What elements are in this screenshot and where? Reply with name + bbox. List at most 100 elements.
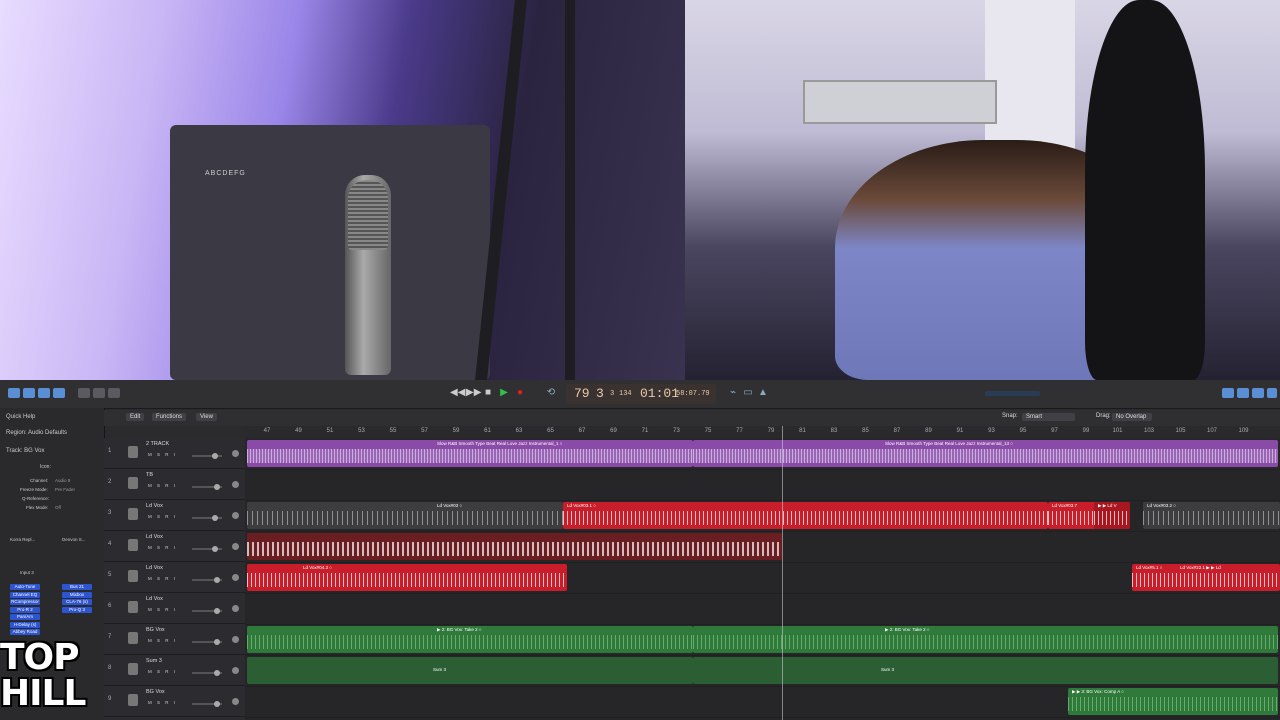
edit-menu[interactable]: Edit: [126, 413, 145, 421]
help-icon[interactable]: [38, 388, 50, 398]
inspector-icon[interactable]: [23, 388, 35, 398]
editors-icon[interactable]: [108, 388, 120, 398]
track-header-1[interactable]: 1 2 TRACK M S R I: [104, 438, 245, 469]
notes-icon[interactable]: [1237, 388, 1249, 398]
quick-help-label[interactable]: Quick Help: [6, 414, 35, 420]
plugin-slot[interactable]: CLA-76 (s): [62, 599, 92, 605]
region-ld-vox-red[interactable]: Ld Vox#03.1 ○: [563, 502, 1048, 529]
track-header-2[interactable]: 2 TB M S R I: [104, 469, 245, 500]
record-enable-button[interactable]: [232, 450, 239, 457]
functions-menu[interactable]: Functions: [152, 413, 187, 421]
track-header-6[interactable]: 6 Ld Vox M S R I: [104, 593, 245, 624]
library-icon[interactable]: [8, 388, 20, 398]
plugin-slot[interactable]: Pan/Am: [10, 614, 40, 620]
region-defaults-label[interactable]: Region: Audio Defaults: [6, 430, 67, 436]
track-name[interactable]: Ld Vox: [146, 596, 163, 602]
volume-slider[interactable]: [192, 453, 222, 459]
drag-dropdown[interactable]: No Overlap: [1112, 413, 1152, 421]
channel-value[interactable]: Audio 8: [55, 478, 70, 483]
record-enable-button[interactable]: [232, 481, 239, 488]
mute-solo-record-buttons[interactable]: M S R I: [148, 669, 177, 674]
toolbar-icon[interactable]: [53, 388, 65, 398]
region-bg-vox-take-1[interactable]: ▶ 2: BG Vox: Take 2 ○: [247, 626, 693, 653]
plugin-slot[interactable]: Mixbox: [62, 591, 92, 598]
volume-slider[interactable]: [192, 639, 222, 645]
browser-icon[interactable]: [1267, 388, 1277, 398]
track-name[interactable]: 2 TRACK: [146, 441, 169, 447]
mute-solo-record-buttons[interactable]: M S R I: [148, 452, 177, 457]
input-label[interactable]: Input 3: [20, 570, 34, 575]
region-ld-vox-red-c[interactable]: ▶ ▶ Ld V: [1094, 502, 1130, 529]
track-header-4[interactable]: 4 Ld Vox M S R I: [104, 531, 245, 562]
loop-browser-icon[interactable]: [1252, 388, 1264, 398]
volume-slider[interactable]: [192, 608, 222, 614]
track-name[interactable]: Ld Vox: [146, 534, 163, 540]
mute-solo-record-buttons[interactable]: M S R I: [148, 576, 177, 581]
track-name[interactable]: Sum 3: [146, 658, 162, 664]
mute-solo-record-buttons[interactable]: M S R I: [148, 545, 177, 550]
mixer-icon[interactable]: [93, 388, 105, 398]
region-bg-vox-comp[interactable]: ▶ ▶ 3: BG Vox: Comp A ○: [1068, 688, 1278, 715]
plugin-slot[interactable]: RCompressor: [10, 599, 40, 605]
track-name[interactable]: Ld Vox: [146, 565, 163, 571]
track-header-3[interactable]: 3 Ld Vox M S R I: [104, 500, 245, 531]
region-ld-vox-5-end[interactable]: Ld Vox#5.1 ○ Ld Vox#22.1 ▶ ▶ Ld: [1132, 564, 1280, 591]
tuner-icon[interactable]: ⌁: [727, 387, 739, 399]
record-enable-button[interactable]: [232, 574, 239, 581]
track-header-9[interactable]: 9 BG Vox M S R I: [104, 686, 245, 717]
track-header-5[interactable]: 5 Ld Vox M S R I: [104, 562, 245, 593]
region-beat-1[interactable]: Slow R&B Smooth Type Beat Real Love Jazz…: [247, 440, 693, 467]
region-bg-vox-take-2[interactable]: ▶ 2: BG Vox: Take 2 ○: [693, 626, 1278, 653]
record-enable-button[interactable]: [232, 636, 239, 643]
lcd-display[interactable]: 79 3 3 134 01:01 58:07.79: [566, 384, 716, 404]
record-enable-button[interactable]: [232, 698, 239, 705]
plugin-slot[interactable]: H-Delay (s): [10, 621, 40, 628]
mute-solo-record-buttons[interactable]: M S R I: [148, 607, 177, 612]
region-ld-vox-gray[interactable]: Ld Vox#03 ○: [247, 502, 563, 529]
view-menu[interactable]: View: [196, 413, 217, 421]
track-name[interactable]: BG Vox: [146, 627, 165, 633]
track-header-8[interactable]: 8 Sum 3 M S R I: [104, 655, 245, 686]
track-name[interactable]: TB: [146, 472, 153, 478]
record-enable-button[interactable]: [232, 667, 239, 674]
region-ld-vox-gray-end[interactable]: Ld Vox#03.2 ○: [1143, 502, 1280, 529]
plugin-slot[interactable]: Pro-R 2: [10, 606, 40, 613]
region-beat-2[interactable]: Slow R&B Smooth Type Beat Real Love Jazz…: [693, 440, 1278, 467]
region-sum-2[interactable]: Sum 3: [693, 657, 1278, 684]
record-icon[interactable]: ●: [514, 387, 526, 399]
plugin-slot[interactable]: Channel EQ: [10, 591, 40, 598]
mute-solo-record-buttons[interactable]: M S R I: [148, 700, 177, 705]
plugin-slot[interactable]: Abbey Road: [10, 629, 40, 635]
track-name[interactable]: BG Vox: [146, 689, 165, 695]
record-enable-button[interactable]: [232, 605, 239, 612]
plugin-slot[interactable]: Bus 21: [62, 584, 92, 590]
playhead[interactable]: [782, 426, 783, 720]
plugin-slot[interactable]: Pro-Q 3: [62, 606, 92, 613]
mute-solo-record-buttons[interactable]: M S R I: [148, 483, 177, 488]
stop-icon[interactable]: ■: [482, 387, 494, 399]
volume-slider[interactable]: [192, 484, 222, 490]
volume-slider[interactable]: [192, 515, 222, 521]
rewind-icon[interactable]: ◀◀: [450, 387, 465, 399]
record-enable-button[interactable]: [232, 543, 239, 550]
smart-controls-icon[interactable]: [78, 388, 90, 398]
track-name[interactable]: Ld Vox: [146, 503, 163, 509]
forward-icon[interactable]: ▶▶: [466, 387, 481, 399]
track-inspector-label[interactable]: Track: BG Vox: [6, 448, 44, 454]
tracks-area[interactable]: Slow R&B Smooth Type Beat Real Love Jazz…: [245, 438, 1280, 720]
list-editors-icon[interactable]: [1222, 388, 1234, 398]
flex-value[interactable]: Off: [55, 505, 61, 510]
volume-slider[interactable]: [192, 577, 222, 583]
track-header-7[interactable]: 7 BG Vox M S R I: [104, 624, 245, 655]
record-enable-button[interactable]: [232, 512, 239, 519]
snap-dropdown[interactable]: Smart: [1022, 413, 1075, 421]
volume-slider[interactable]: [192, 670, 222, 676]
mute-solo-record-buttons[interactable]: M S R I: [148, 514, 177, 519]
region-ld-vox-5[interactable]: Ld Vox#04.3 ○: [247, 564, 567, 591]
region-sum-1[interactable]: Sum 3: [247, 657, 693, 684]
metronome-icon[interactable]: ▲: [757, 387, 769, 399]
play-icon[interactable]: ▶: [498, 387, 510, 399]
plugin-slot[interactable]: Auto-Tune: [10, 584, 40, 590]
count-in-icon[interactable]: ▭: [742, 387, 754, 399]
volume-slider[interactable]: [192, 546, 222, 552]
